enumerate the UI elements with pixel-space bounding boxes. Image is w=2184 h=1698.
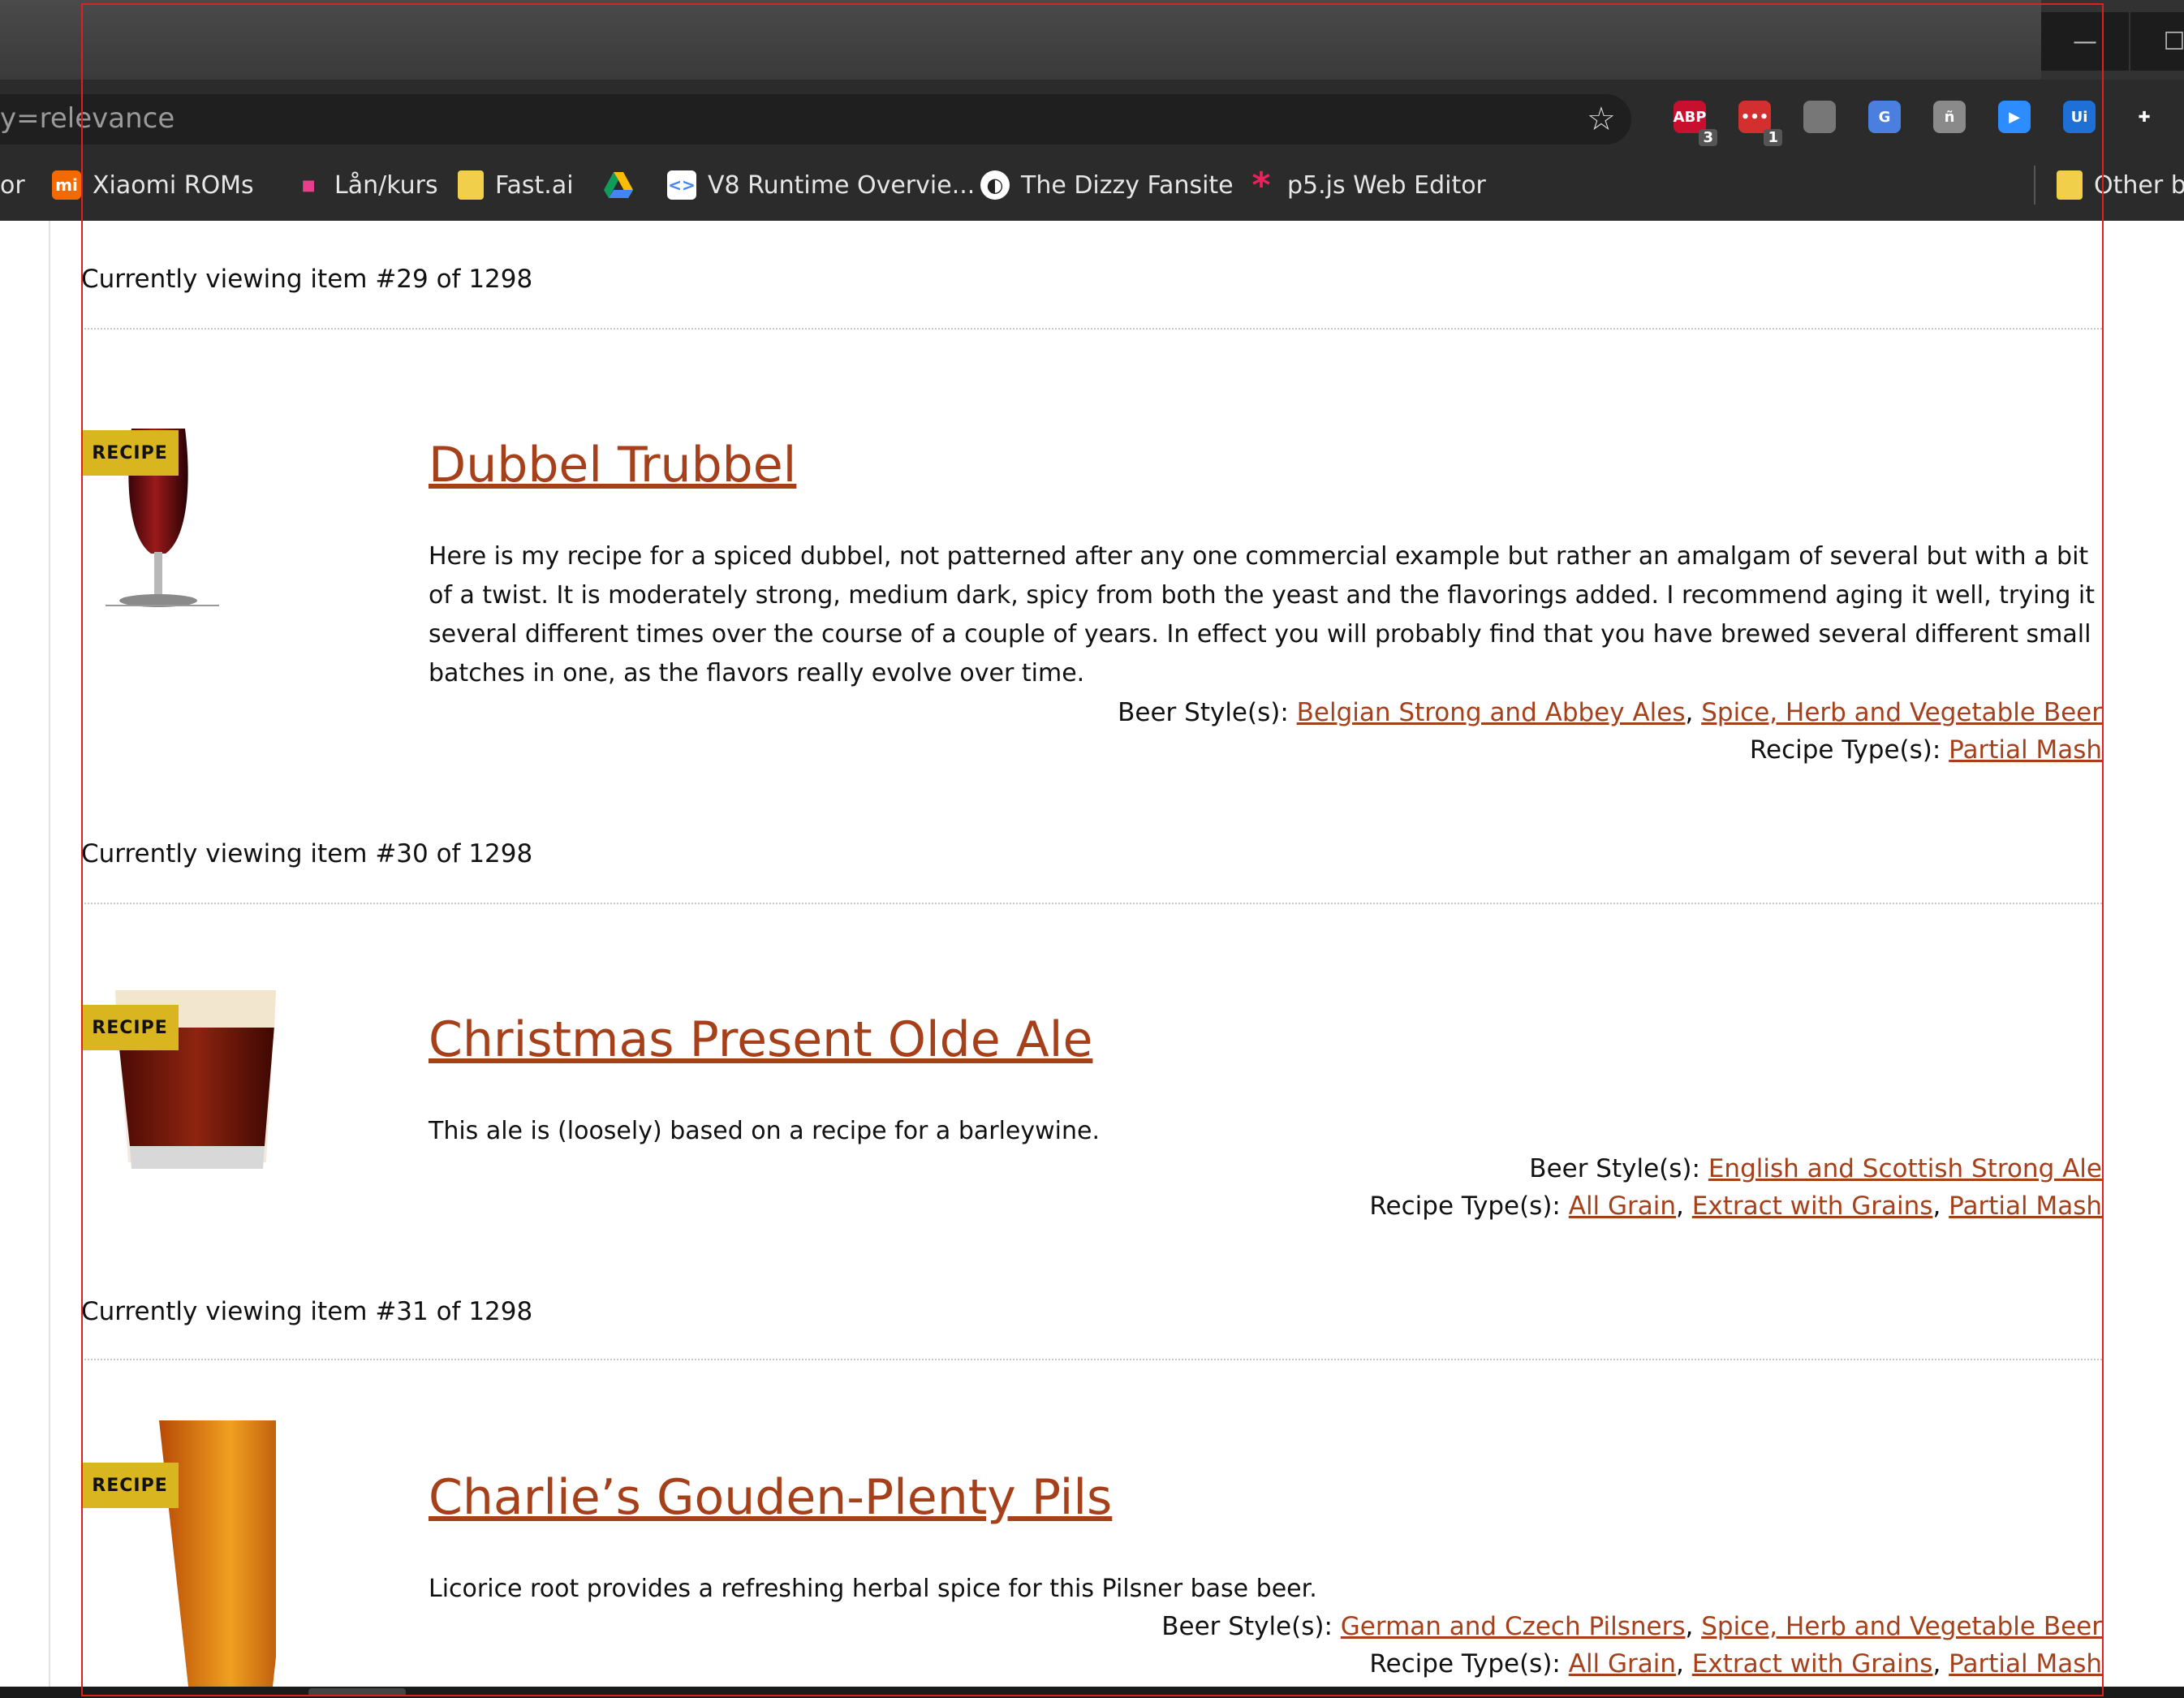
extension-badge-count: 1 bbox=[1764, 129, 1782, 146]
asterisk-icon: * bbox=[1251, 164, 1271, 206]
hugging-icon[interactable]: ñ bbox=[1933, 101, 1966, 133]
item-divider bbox=[81, 903, 2102, 904]
page-content: Currently viewing item #29 of 1298 RECIP… bbox=[0, 221, 2184, 1687]
minimize-button[interactable]: — bbox=[2041, 12, 2130, 71]
bookmark-xiaomi-roms[interactable]: mi Xiaomi ROMs bbox=[52, 167, 254, 203]
pilsner-glass-image bbox=[159, 1420, 276, 1687]
recipe-type-link[interactable]: Partial Mash bbox=[1949, 1192, 2102, 1221]
beer-style-link[interactable]: English and Scottish Strong Ale bbox=[1708, 1154, 2102, 1183]
recipe-types-line: Recipe Type(s): All Grain, Extract with … bbox=[1369, 1192, 2102, 1221]
recipe-type-link[interactable]: All Grain bbox=[1569, 1192, 1676, 1221]
puzzle-icon[interactable]: ✚ bbox=[2128, 101, 2160, 133]
address-bar-text: y=relevance bbox=[0, 102, 175, 135]
browser-toolbar: y=relevance ☆ ABP 3 ••• 1 Gñ ▶ Ui ✚ bbox=[0, 80, 2184, 149]
recipe-type-link[interactable]: Partial Mash bbox=[1949, 1649, 2102, 1679]
bookmark-v8-runtime[interactable]: <> V8 Runtime Overvie... bbox=[667, 167, 975, 203]
extension-glyph: ABP bbox=[1673, 108, 1707, 126]
recipe-type-link[interactable]: Partial Mash bbox=[1949, 735, 2102, 765]
left-border bbox=[49, 221, 50, 1687]
beer-styles-label: Beer Style(s): bbox=[1118, 698, 1289, 727]
google-translate-icon[interactable]: G bbox=[1868, 101, 1901, 133]
beer-style-link[interactable]: Belgian Strong and Abbey Ales bbox=[1297, 698, 1686, 727]
recipe-types-label: Recipe Type(s): bbox=[1369, 1649, 1561, 1679]
bookmark-p5js[interactable]: * p5.js Web Editor bbox=[1247, 164, 1486, 206]
window-controls: — ☐ bbox=[2041, 12, 2184, 71]
folder-icon bbox=[458, 170, 484, 200]
bookmarks-separator bbox=[2034, 166, 2035, 205]
address-bar[interactable]: y=relevance ☆ bbox=[0, 94, 1631, 144]
viewing-counter: Currently viewing item #31 of 1298 bbox=[81, 1297, 533, 1326]
xiaomi-icon: mi bbox=[52, 170, 81, 200]
adblock-plus-icon[interactable]: ABP 3 bbox=[1673, 101, 1717, 146]
bookmark-fast-ai[interactable]: Fast.ai bbox=[458, 167, 574, 203]
maximize-button[interactable]: ☐ bbox=[2130, 12, 2184, 71]
beer-style-link[interactable]: Spice, Herb and Vegetable Beer bbox=[1701, 698, 2102, 727]
recipe-badge: RECIPE bbox=[81, 1005, 179, 1050]
bookmark-other[interactable]: Other b bbox=[2057, 167, 2184, 203]
beer-styles-line: Beer Style(s): English and Scottish Stro… bbox=[1529, 1154, 2102, 1183]
bookmark-label: p5.js Web Editor bbox=[1287, 170, 1486, 200]
bookmark-google-drive[interactable] bbox=[602, 167, 635, 203]
tab-strip bbox=[0, 0, 2041, 83]
recipe-type-link[interactable]: All Grain bbox=[1569, 1649, 1676, 1679]
bookmark-label: V8 Runtime Overvie... bbox=[708, 170, 976, 200]
recipe-badge: RECIPE bbox=[81, 430, 179, 476]
beer-styles-label: Beer Style(s): bbox=[1161, 1612, 1333, 1641]
viewing-counter: Currently viewing item #29 of 1298 bbox=[81, 265, 533, 294]
folder-icon bbox=[2057, 170, 2083, 200]
beer-style-link[interactable]: German and Czech Pilsners bbox=[1341, 1612, 1686, 1641]
beer-styles-line: Beer Style(s): German and Czech Pilsners… bbox=[1161, 1612, 2102, 1641]
title-bar: — ☐ bbox=[0, 0, 2184, 83]
bookmark-star-icon[interactable]: ☆ bbox=[1587, 101, 1616, 138]
recipe-types-line: Recipe Type(s): All Grain, Extract with … bbox=[1369, 1649, 2102, 1679]
extension-badge-count: 3 bbox=[1699, 129, 1717, 146]
google-drive-icon bbox=[604, 172, 633, 198]
extension-glyph: ✚ bbox=[2138, 108, 2151, 126]
zoom-icon[interactable]: ▶ bbox=[1998, 101, 2031, 133]
bookmark-label: or bbox=[0, 170, 25, 200]
code-icon: <> bbox=[667, 170, 696, 200]
recipe-types-line: Recipe Type(s): Partial Mash bbox=[1750, 735, 2102, 765]
bookmark-lan-kurs[interactable]: ■ Lån/kurs bbox=[294, 167, 438, 203]
item-divider bbox=[81, 328, 2102, 330]
recipe-types-label: Recipe Type(s): bbox=[1749, 735, 1941, 765]
recipe-description: Licorice root provides a refreshing herb… bbox=[429, 1575, 1317, 1603]
bookmark-label: Fast.ai bbox=[495, 170, 574, 200]
uipath-icon[interactable]: Ui bbox=[2063, 101, 2096, 133]
recipe-description: This ale is (loosely) based on a recipe … bbox=[429, 1117, 1101, 1145]
recipe-badge: RECIPE bbox=[81, 1463, 179, 1508]
recipe-type-link[interactable]: Extract with Grains bbox=[1692, 1192, 1933, 1221]
recipe-types-label: Recipe Type(s): bbox=[1369, 1192, 1561, 1221]
recipe-title-link[interactable]: Charlie’s Gouden-Plenty Pils bbox=[429, 1469, 1112, 1526]
globe-icon: ◐ bbox=[980, 170, 1010, 200]
bookmark-label: Xiaomi ROMs bbox=[93, 170, 254, 200]
item-divider bbox=[81, 1359, 2102, 1360]
film-reel-icon[interactable] bbox=[1803, 101, 1836, 133]
recipe-description: Here is my recipe for a spiced dubbel, n… bbox=[429, 542, 2096, 687]
extension-glyph: G bbox=[1878, 108, 1891, 126]
bookmarks-bar: or mi Xiaomi ROMs ■ Lån/kurs Fast.ai <> … bbox=[0, 149, 2184, 222]
recipe-title-link[interactable]: Dubbel Trubbel bbox=[429, 437, 796, 493]
extension-glyph: ••• bbox=[1740, 108, 1769, 126]
extension-glyph: Ui bbox=[2070, 108, 2088, 126]
extension-glyph: ▶ bbox=[2009, 108, 2020, 126]
bookmark-label: Other b bbox=[2094, 170, 2184, 200]
beer-style-link[interactable]: Spice, Herb and Vegetable Beer bbox=[1701, 1612, 2102, 1641]
bookmark-item[interactable]: or bbox=[0, 167, 25, 203]
pink-square-icon: ■ bbox=[301, 176, 316, 194]
scrollbar-thumb[interactable] bbox=[308, 1688, 406, 1696]
bookmark-dizzy-fansite[interactable]: ◐ The Dizzy Fansite bbox=[980, 167, 1234, 203]
recipe-title-link[interactable]: Christmas Present Olde Ale bbox=[429, 1011, 1092, 1068]
bookmark-label: Lån/kurs bbox=[334, 170, 438, 200]
beer-styles-line: Beer Style(s): Belgian Strong and Abbey … bbox=[1118, 698, 2102, 727]
viewing-counter: Currently viewing item #30 of 1298 bbox=[81, 839, 533, 868]
recipe-type-link[interactable]: Extract with Grains bbox=[1692, 1649, 1933, 1679]
extension-glyph: ñ bbox=[1944, 108, 1955, 126]
bookmark-label: The Dizzy Fansite bbox=[1021, 170, 1234, 200]
meetup-icon[interactable]: ••• 1 bbox=[1738, 101, 1782, 146]
beer-styles-label: Beer Style(s): bbox=[1529, 1154, 1700, 1183]
